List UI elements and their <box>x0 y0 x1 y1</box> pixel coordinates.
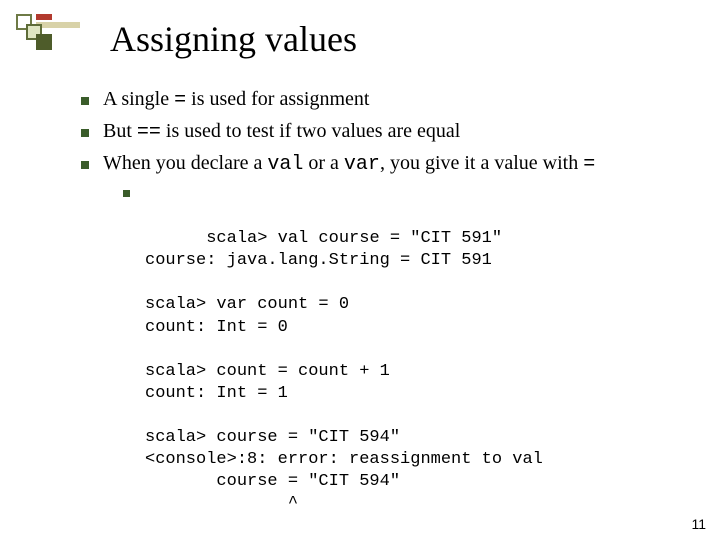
slide-title: Assigning values <box>110 18 357 60</box>
text: is used to test if two values are equal <box>161 120 460 142</box>
text: A single <box>103 88 174 110</box>
code-example: scala> val course = "CIT 591" course: ja… <box>145 184 690 538</box>
bullet-1: A single = is used for assignment <box>75 86 690 114</box>
page-number: 11 <box>691 516 706 532</box>
text: or a <box>303 152 344 174</box>
val-keyword: val <box>267 153 303 176</box>
logo <box>16 14 74 52</box>
code-text: scala> val course = "CIT 591" course: ja… <box>145 229 543 513</box>
sub-bullet-icon <box>123 190 130 197</box>
var-keyword: var <box>344 153 380 176</box>
text: But <box>103 120 137 142</box>
bullet-2: But == is used to test if two values are… <box>75 118 690 146</box>
double-equals: == <box>137 121 161 144</box>
text: When you declare a <box>103 152 267 174</box>
slide: Assigning values A single = is used for … <box>0 0 720 540</box>
text: , you give it a value with <box>380 152 583 174</box>
bullet-3: When you declare a val or a var, you giv… <box>75 150 690 178</box>
text: is used for assignment <box>186 88 369 110</box>
equals-sign: = <box>174 89 186 112</box>
slide-body: A single = is used for assignment But ==… <box>75 86 690 540</box>
equals-sign: = <box>583 153 595 176</box>
